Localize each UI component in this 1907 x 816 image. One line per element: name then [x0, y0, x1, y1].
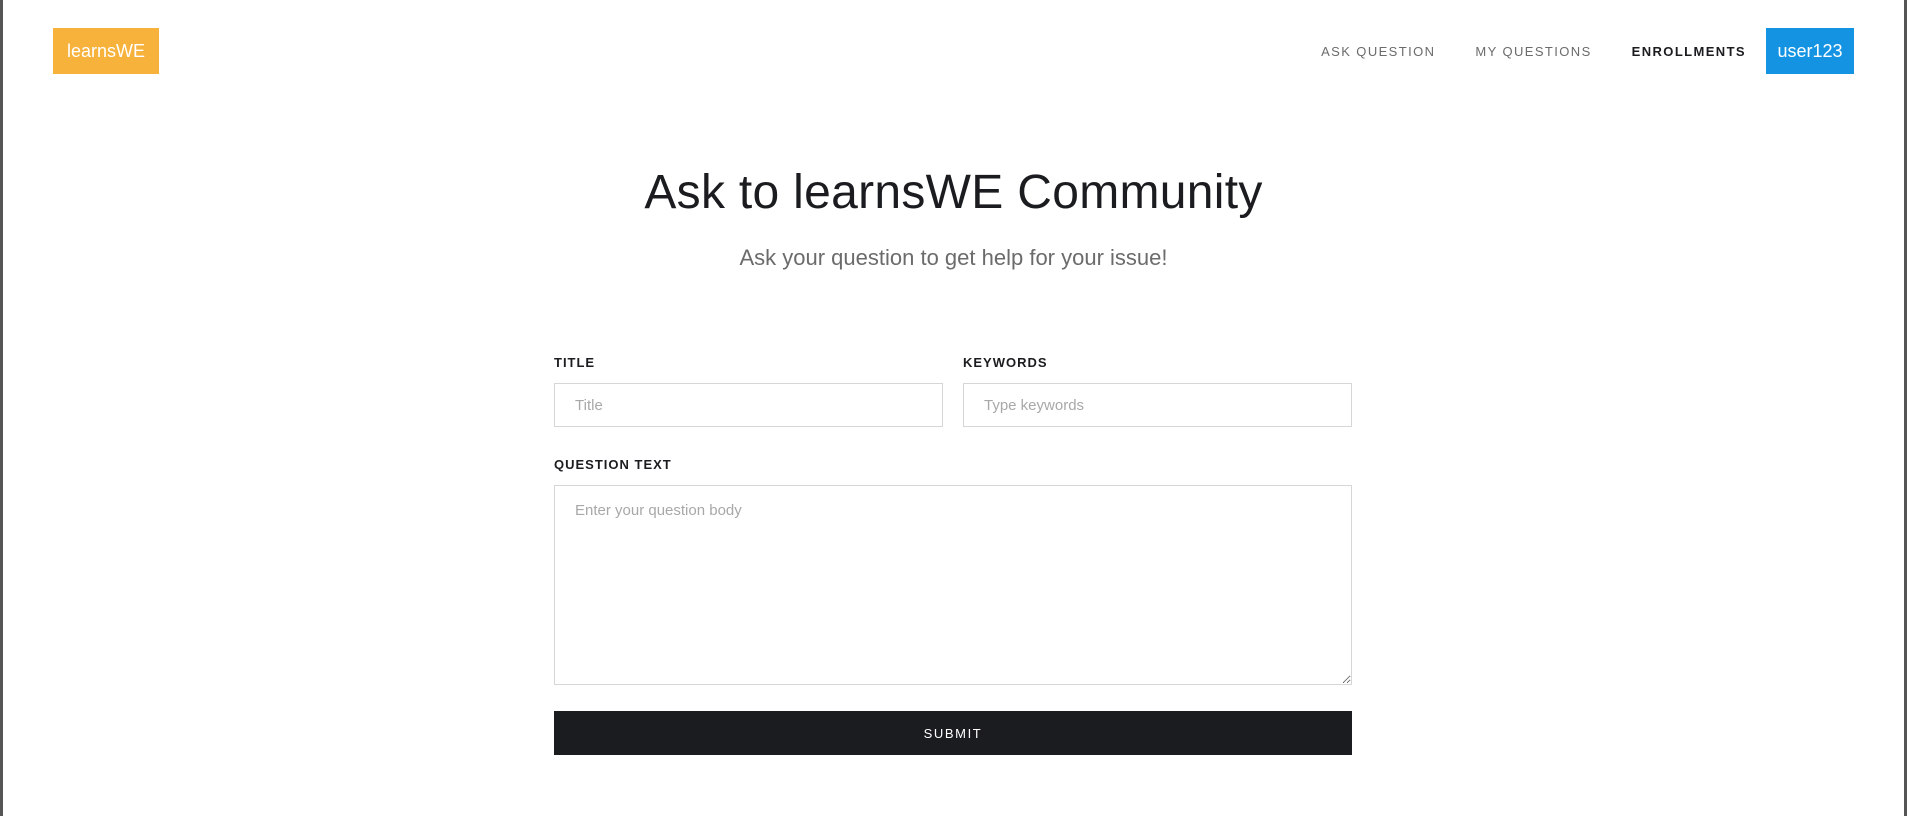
user-menu-button[interactable]: user123	[1766, 28, 1854, 74]
question-field-group: QUESTION TEXT	[554, 457, 1352, 685]
ask-question-form: TITLE KEYWORDS QUESTION TEXT SUBMIT	[554, 355, 1352, 755]
main-nav: ASK QUESTION MY QUESTIONS ENROLLMENTS us…	[1321, 28, 1854, 74]
form-row-title-keywords: TITLE KEYWORDS	[554, 355, 1352, 427]
nav-my-questions[interactable]: MY QUESTIONS	[1475, 44, 1591, 59]
keywords-label: KEYWORDS	[963, 355, 1048, 370]
submit-button[interactable]: SUBMIT	[554, 711, 1352, 755]
nav-ask-question[interactable]: ASK QUESTION	[1321, 44, 1435, 59]
title-input[interactable]	[554, 383, 943, 427]
question-text-input[interactable]	[554, 485, 1352, 685]
keywords-field-group: KEYWORDS	[963, 355, 1352, 427]
page-title: Ask to learnsWE Community	[644, 166, 1263, 219]
page-subtitle: Ask your question to get help for your i…	[739, 245, 1168, 270]
title-field-group: TITLE	[554, 355, 943, 427]
nav-enrollments[interactable]: ENROLLMENTS	[1632, 44, 1746, 59]
title-label: TITLE	[554, 355, 596, 370]
keywords-input[interactable]	[963, 383, 1352, 427]
site-logo[interactable]: learnsWE	[53, 28, 159, 74]
question-text-label: QUESTION TEXT	[554, 457, 672, 472]
